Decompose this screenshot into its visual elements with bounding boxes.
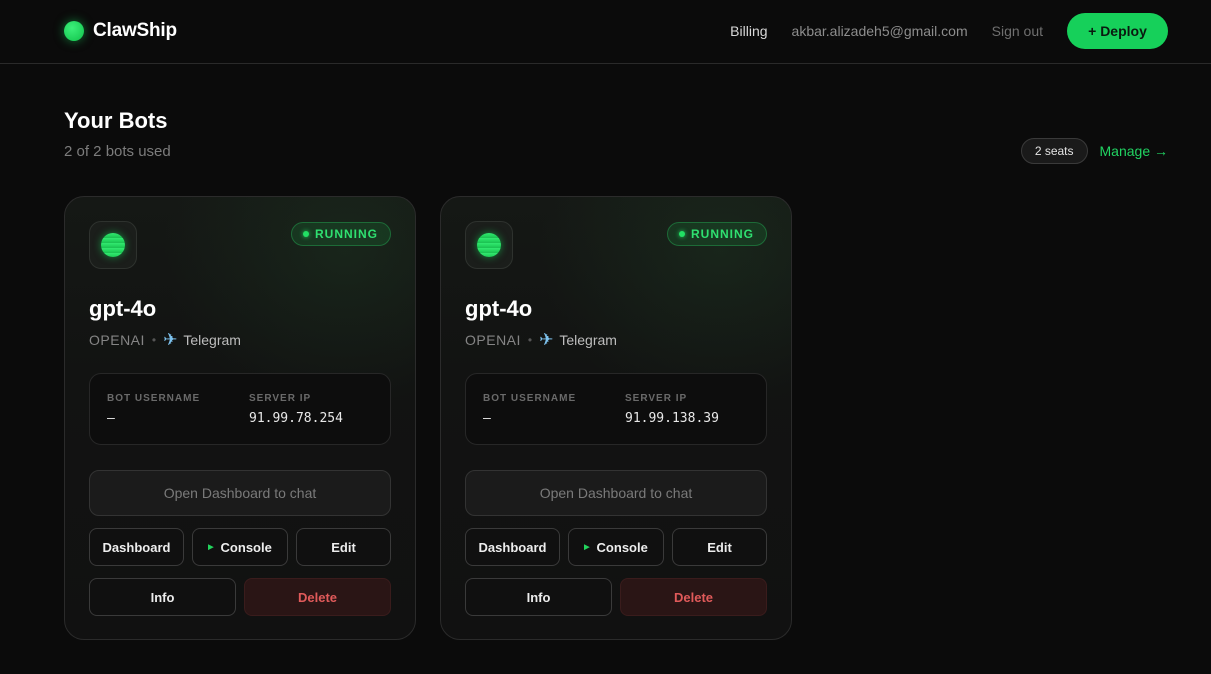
delete-button[interactable]: Delete (620, 578, 767, 616)
delete-button-label: Delete (673, 589, 714, 605)
open-dashboard-chat-button[interactable]: Open Dashboard to chat (465, 470, 767, 516)
bot-provider: OPENAI (465, 332, 521, 348)
brand-logo[interactable]: ClawShip (64, 20, 177, 42)
bot-username-field: BOT USERNAME — (107, 393, 200, 426)
bot-model-name: gpt-4o (89, 296, 157, 321)
server-ip-label: SERVER IP (625, 393, 688, 404)
info-button-label: Info (150, 589, 175, 605)
manage-seats-link[interactable]: Manage → (1100, 143, 1168, 159)
dashboard-button-label: Dashboard (102, 539, 171, 555)
dashboard-button[interactable]: Dashboard (465, 528, 560, 566)
meta-separator: • (151, 333, 157, 347)
status-badge: RUNNING (667, 222, 767, 246)
info-button[interactable]: Info (465, 578, 612, 616)
console-button-label: Console (596, 539, 648, 555)
bot-model-name: gpt-4o (465, 296, 533, 321)
bot-username-field: BOT USERNAME — (483, 393, 576, 426)
server-ip-label: SERVER IP (249, 393, 312, 404)
nav-actions: Billing akbar.alizadeh5@gmail.com Sign o… (730, 13, 1168, 49)
open-dashboard-chat-button[interactable]: Open Dashboard to chat (89, 470, 391, 516)
status-dot-icon (679, 231, 685, 237)
bot-meta: OPENAI • ✈ Telegram (465, 330, 617, 350)
bot-card: RUNNING gpt-4o OPENAI • ✈ Telegram BOT U… (440, 196, 792, 640)
status-dot-icon (303, 231, 309, 237)
server-ip-value: 91.99.138.39 (625, 411, 719, 426)
deploy-button[interactable]: + Deploy (1067, 13, 1168, 49)
delete-button[interactable]: Delete (244, 578, 391, 616)
info-button-label: Info (526, 589, 551, 605)
console-button-label: Console (220, 539, 272, 555)
status-text: RUNNING (691, 227, 754, 241)
edit-button-label: Edit (331, 539, 356, 555)
play-icon: ▶ (208, 544, 214, 551)
edit-button[interactable]: Edit (296, 528, 391, 566)
signout-link[interactable]: Sign out (992, 23, 1043, 39)
console-button[interactable]: ▶ Console (568, 528, 664, 566)
status-text: RUNNING (315, 227, 378, 241)
user-email: akbar.alizadeh5@gmail.com (791, 23, 968, 39)
airplane-icon: ✈ (163, 330, 178, 349)
bots-usage-text: 2 of 2 bots used (64, 143, 171, 160)
top-navbar: ClawShip Billing akbar.alizadeh5@gmail.c… (0, 0, 1211, 64)
bot-info-box: BOT USERNAME — SERVER IP 91.99.138.39 (465, 373, 767, 445)
bot-status-orb-icon (477, 233, 501, 257)
bot-username-label: BOT USERNAME (107, 393, 201, 404)
meta-separator: • (527, 333, 533, 347)
bot-avatar (89, 221, 137, 269)
bot-status-orb-icon (101, 233, 125, 257)
bot-info-box: BOT USERNAME — SERVER IP 91.99.78.254 (89, 373, 391, 445)
seats-controls: 2 seats Manage → (1020, 138, 1168, 164)
server-ip-field: SERVER IP 91.99.138.39 (625, 393, 719, 426)
dashboard-button[interactable]: Dashboard (89, 528, 184, 566)
edit-button-label: Edit (707, 539, 732, 555)
bot-meta: OPENAI • ✈ Telegram (89, 330, 241, 350)
brand-dot-icon (64, 21, 84, 41)
bot-avatar (465, 221, 513, 269)
info-button[interactable]: Info (89, 578, 236, 616)
server-ip-field: SERVER IP 91.99.78.254 (249, 393, 343, 426)
dashboard-button-label: Dashboard (478, 539, 547, 555)
console-button[interactable]: ▶ Console (192, 528, 288, 566)
play-icon: ▶ (584, 544, 590, 551)
bot-username-label: BOT USERNAME (483, 393, 577, 404)
bot-channel: Telegram (559, 332, 617, 348)
delete-button-label: Delete (297, 589, 338, 605)
bot-username-value: — (107, 411, 115, 426)
airplane-icon: ✈ (539, 330, 554, 349)
seats-badge: 2 seats (1020, 138, 1088, 164)
bot-username-value: — (483, 411, 491, 426)
bot-card: RUNNING gpt-4o OPENAI • ✈ Telegram BOT U… (64, 196, 416, 640)
edit-button[interactable]: Edit (672, 528, 767, 566)
server-ip-value: 91.99.78.254 (249, 411, 343, 426)
brand-name: ClawShip (93, 20, 177, 41)
bot-channel: Telegram (183, 332, 241, 348)
status-badge: RUNNING (291, 222, 391, 246)
billing-link[interactable]: Billing (730, 23, 767, 39)
page-title: Your Bots (64, 108, 168, 133)
bot-provider: OPENAI (89, 332, 145, 348)
